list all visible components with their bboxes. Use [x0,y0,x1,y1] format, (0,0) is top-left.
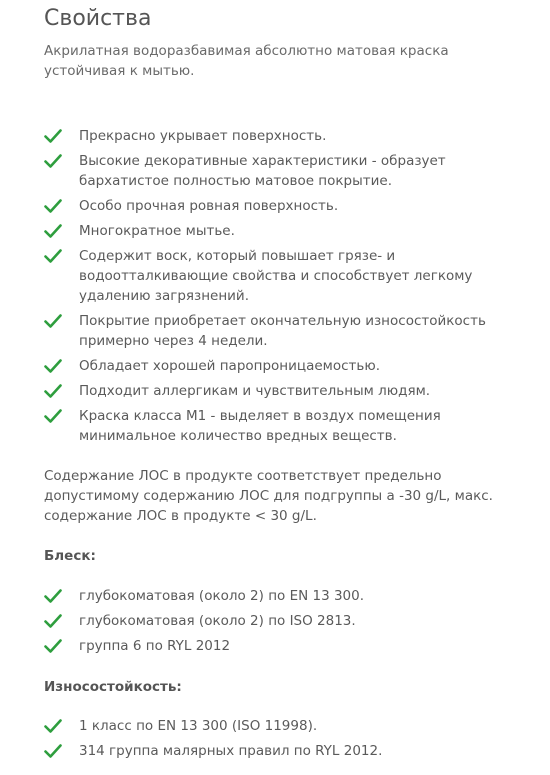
list-item-text: Многократное мытье. [79,223,235,239]
list-item-text: Краска класса М1 - выделяет в воздух пом… [79,408,441,444]
voc-text: Содержание ЛОС в продукте соответствует … [44,468,493,524]
list-item-text: Особо прочная ровная поверхность. [79,198,339,214]
list-item-text: глубокоматовая (около 2) по EN 13 300. [79,588,365,604]
checkmark-icon [44,638,62,654]
list-item-text: Покрытие приобретает окончательную износ… [79,313,486,349]
list-item: 314 группа малярных правил по RYL 2012. [44,741,514,761]
checkmark-icon [44,128,62,144]
list-item-text: Подходит аллергикам и чувствительным люд… [79,383,431,399]
checkmark-icon [44,248,62,264]
list-item: глубокоматовая (около 2) по EN 13 300. [44,586,514,606]
checkmark-icon [44,588,62,604]
checkmark-icon [44,198,62,214]
list-item-text: 1 класс по EN 13 300 (ISO 11998). [79,718,318,734]
checkmark-icon [44,383,62,399]
list-item: Обладает хорошей паропроницаемостью. [44,356,514,376]
list-item: Содержит воск, который повышает грязе- и… [44,246,514,306]
list-item: Особо прочная ровная поверхность. [44,196,514,216]
checkmark-icon [44,743,62,759]
gloss-list: глубокоматовая (около 2) по EN 13 300. гл… [44,586,514,661]
list-item-text: Высокие декоративные характеристики - об… [79,153,446,189]
intro-text: Акрилатная водоразбавимая абсолютно мато… [44,43,449,79]
checkmark-icon [44,358,62,374]
checkmark-icon [44,223,62,239]
list-item-text: группа 6 по RYL 2012 [79,638,231,654]
checkmark-icon [44,153,62,169]
checkmark-icon [44,408,62,424]
list-item-text: Прекрасно укрывает поверхность. [79,128,327,144]
list-item-text: 314 группа малярных правил по RYL 2012. [79,743,383,759]
list-item-text: глубокоматовая (около 2) по ISO 2813. [79,613,356,629]
list-item-text: Обладает хорошей паропроницаемостью. [79,358,381,374]
list-item: Высокие декоративные характеристики - об… [44,151,514,191]
list-item: Покрытие приобретает окончательную износ… [44,311,514,351]
features-list: Прекрасно укрывает поверхность. Высокие д… [44,126,514,451]
gloss-heading: Блеск: [44,548,96,564]
checkmark-icon [44,313,62,329]
list-item: Многократное мытье. [44,221,514,241]
checkmark-icon [44,718,62,734]
list-item-text: Содержит воск, который повышает грязе- и… [79,248,473,304]
list-item: Краска класса М1 - выделяет в воздух пом… [44,406,514,446]
section-title: Свойства [44,6,152,31]
wear-resistance-heading: Износостойкость: [44,679,182,695]
list-item: Прекрасно укрывает поверхность. [44,126,514,146]
list-item: группа 6 по RYL 2012 [44,636,514,656]
wear-resistance-list: 1 класс по EN 13 300 (ISO 11998). 314 гру… [44,716,514,766]
checkmark-icon [44,613,62,629]
list-item: Подходит аллергикам и чувствительным люд… [44,381,514,401]
list-item: глубокоматовая (около 2) по ISO 2813. [44,611,514,631]
list-item: 1 класс по EN 13 300 (ISO 11998). [44,716,514,736]
